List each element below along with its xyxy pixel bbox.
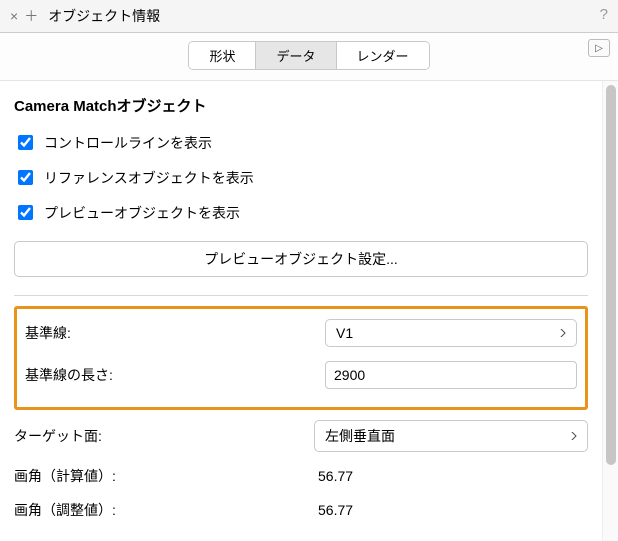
row-baseline-length: 基準線の長さ:	[25, 361, 577, 389]
content-panel: Camera Matchオブジェクト コントロールラインを表示 リファレンスオブ…	[0, 81, 602, 541]
scrollbar-thumb[interactable]	[606, 85, 616, 465]
baseline-length-label: 基準線の長さ:	[25, 365, 325, 385]
row-fov-calc: 画角（計算値）: 56.77	[14, 466, 588, 486]
check-label: リファレンスオブジェクトを表示	[44, 168, 254, 188]
tab-row: 形状 データ レンダー ▷	[0, 33, 618, 81]
check-preview-object[interactable]: プレビューオブジェクトを表示	[14, 202, 588, 223]
close-icon[interactable]: ×	[10, 9, 18, 23]
baseline-label: 基準線:	[25, 323, 325, 343]
baseline-length-input[interactable]	[325, 361, 577, 389]
row-fov-adj: 画角（調整値）: 56.77	[14, 500, 588, 520]
preview-settings-button[interactable]: プレビューオブジェクト設定...	[14, 241, 588, 277]
target-face-label: ターゲット面:	[14, 426, 314, 446]
check-reference-object[interactable]: リファレンスオブジェクトを表示	[14, 167, 588, 188]
target-face-select[interactable]: 左側垂直面	[314, 420, 588, 452]
check-control-lines[interactable]: コントロールラインを表示	[14, 132, 588, 153]
check-label: プレビューオブジェクトを表示	[44, 203, 240, 223]
scrollbar[interactable]	[602, 81, 618, 541]
divider	[14, 295, 588, 296]
row-target-face: ターゲット面: 左側垂直面	[14, 420, 588, 452]
checkbox-preview-object[interactable]	[18, 205, 33, 220]
help-icon[interactable]: ?	[600, 6, 608, 23]
fov-calc-value: 56.77	[314, 468, 353, 484]
window-title: オブジェクト情報	[48, 6, 160, 26]
row-baseline: 基準線: V1	[25, 319, 577, 347]
tabset: 形状 データ レンダー	[188, 41, 429, 70]
checkbox-reference-object[interactable]	[18, 170, 33, 185]
highlight-box: 基準線: V1 基準線の長さ:	[14, 306, 588, 410]
checkbox-control-lines[interactable]	[18, 135, 33, 150]
play-icon[interactable]: ▷	[588, 39, 610, 57]
tab-shape[interactable]: 形状	[189, 42, 256, 69]
tab-render[interactable]: レンダー	[337, 42, 429, 69]
tab-data[interactable]: データ	[256, 42, 336, 69]
fov-adj-value: 56.77	[314, 502, 353, 518]
section-title: Camera Matchオブジェクト	[14, 95, 588, 116]
fov-adj-label: 画角（調整値）:	[14, 500, 314, 520]
baseline-select[interactable]: V1	[325, 319, 577, 347]
titlebar: × ＋ オブジェクト情報 ?	[0, 0, 618, 33]
check-label: コントロールラインを表示	[44, 133, 212, 153]
fov-calc-label: 画角（計算値）:	[14, 466, 314, 486]
add-icon[interactable]: ＋	[24, 9, 38, 23]
